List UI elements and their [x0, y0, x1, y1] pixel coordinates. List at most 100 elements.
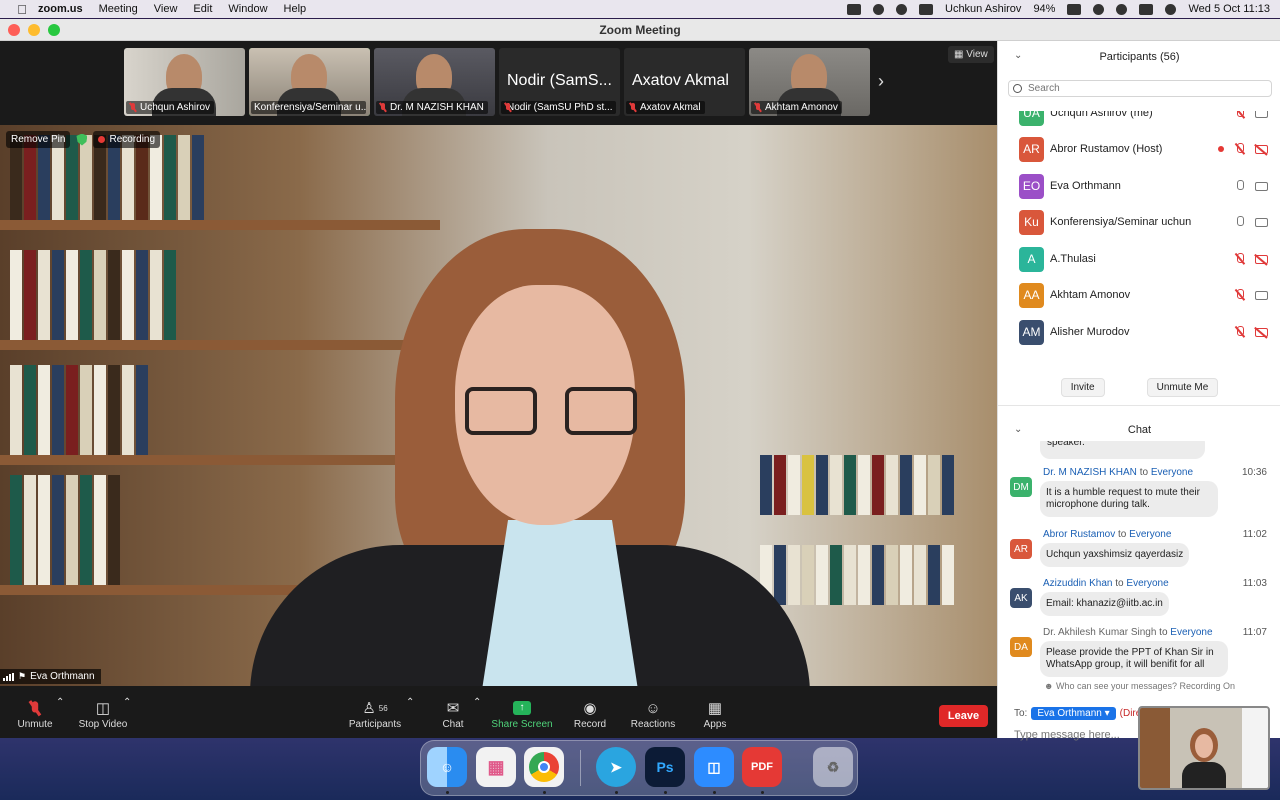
participant-row[interactable]: A A.Thulasi	[998, 241, 1280, 277]
apps-button[interactable]: ▦ Apps	[700, 697, 730, 730]
book	[760, 455, 772, 515]
menu-view[interactable]: View	[154, 3, 178, 15]
launchpad-icon[interactable]: ▦	[476, 747, 516, 787]
menu-help[interactable]: Help	[284, 3, 307, 15]
participant-row[interactable]: AR Abror Rustamov (Host)	[998, 131, 1280, 167]
stop-video-label: Stop Video	[78, 719, 128, 730]
trash-icon[interactable]: ♻	[813, 747, 853, 787]
zoom-app-icon[interactable]: ◫	[694, 747, 734, 787]
collapse-chevron-icon[interactable]: ⌄	[1014, 50, 1022, 61]
participant-row[interactable]: AA Akhtam Amonov	[998, 277, 1280, 313]
remove-pin-button[interactable]: Remove Pin	[6, 131, 71, 148]
sync-icon[interactable]	[896, 3, 907, 15]
thumb-video[interactable]: Akhtam Amonov	[749, 48, 870, 116]
chat-bubble[interactable]: It is a humble request to mute their micr…	[1040, 481, 1218, 517]
participant-name: Eva Orthmann	[1050, 180, 1121, 192]
video-off-icon	[1255, 144, 1268, 154]
pin-controls: Remove Pin Recording	[6, 131, 161, 148]
menu-app-name[interactable]: zoom.us	[38, 3, 83, 15]
menu-meeting[interactable]: Meeting	[99, 3, 138, 15]
sender-name[interactable]: Abror Rustamov	[1043, 529, 1115, 540]
view-button[interactable]: ▦ View	[948, 46, 994, 63]
telegram-icon[interactable]: ➤	[596, 747, 636, 787]
avatar: A	[1019, 246, 1044, 272]
sender-name[interactable]: Dr. Akhilesh Kumar Singh	[1043, 627, 1156, 638]
audio-options-chevron-icon[interactable]: ⌃	[56, 697, 64, 708]
self-view-preview[interactable]	[1138, 706, 1270, 790]
thumb-video[interactable]: Axatov Akmal Axatov Akmal	[624, 48, 745, 116]
participant-search-input[interactable]	[1028, 83, 1248, 94]
control-center-icon[interactable]	[1139, 3, 1154, 15]
wifi-icon[interactable]	[1093, 3, 1105, 15]
book	[52, 365, 64, 455]
unmute-button[interactable]: Unmute	[14, 697, 56, 730]
participants-options-chevron-icon[interactable]: ⌃	[406, 697, 414, 708]
mic-muted-icon	[1234, 253, 1245, 265]
unmute-me-button[interactable]: Unmute Me	[1146, 378, 1219, 397]
visibility-notice[interactable]: ☻ Who can see your messages? Recording O…	[998, 681, 1280, 691]
sender-name[interactable]: Dr. M NAZISH KHAN	[1043, 467, 1137, 478]
recipient-name: Everyone	[1170, 627, 1213, 638]
menu-edit[interactable]: Edit	[193, 3, 212, 15]
thumb-video[interactable]: Konferensiya/Seminar u...	[249, 48, 370, 116]
participants-title: Participants (56)	[1099, 51, 1180, 63]
shield-icon[interactable]	[76, 133, 88, 146]
smiley-plus-icon: ☺	[645, 699, 661, 717]
menubar-user-name[interactable]: Uchkun Ashirov	[945, 3, 1021, 15]
mic-muted-icon	[1234, 111, 1245, 119]
siri-icon[interactable]	[1165, 3, 1177, 15]
book	[802, 455, 814, 515]
invite-button[interactable]: Invite	[1060, 378, 1105, 397]
participants-button[interactable]: ♙ 56 Participants	[346, 697, 404, 730]
photoshop-icon[interactable]: Ps	[645, 747, 685, 787]
participant-search[interactable]	[1008, 80, 1272, 97]
running-indicator	[615, 791, 618, 794]
stop-video-button[interactable]: ◫ Stop Video	[76, 697, 130, 730]
video-area: Uchqun Ashirov Konferensiya/Seminar u...…	[0, 41, 997, 738]
thumb-video[interactable]: Nodir (SamS... Nodir (SamSU PhD st...	[499, 48, 620, 116]
user-status-icon[interactable]	[919, 3, 933, 15]
participant-row[interactable]: EO Eva Orthmann	[998, 168, 1280, 204]
apple-menu-icon[interactable]: 	[14, 2, 30, 17]
reactions-button[interactable]: ☺ Reactions	[628, 697, 678, 731]
collapse-chevron-icon[interactable]: ⌄	[1014, 424, 1022, 435]
chevron-right-icon[interactable]: ›	[878, 71, 884, 92]
thumb-video[interactable]: Uchqun Ashirov	[124, 48, 245, 116]
video-camera-icon: ◫	[95, 700, 111, 717]
book	[830, 545, 842, 605]
chrome-icon[interactable]	[524, 747, 564, 787]
menu-window[interactable]: Window	[228, 3, 267, 15]
chat-bubble[interactable]: Please provide the PPT of Khan Sir in Wha…	[1040, 641, 1228, 677]
video-options-chevron-icon[interactable]: ⌃	[123, 697, 131, 708]
chat-options-chevron-icon[interactable]: ⌃	[473, 697, 481, 708]
share-screen-button[interactable]: ↑ Share Screen	[490, 697, 554, 730]
battery-icon[interactable]	[1067, 3, 1082, 15]
chat-bubble[interactable]: Uchqun yaxshimsiz qayerdasiz	[1040, 543, 1190, 567]
thumb-video[interactable]: Dr. M NAZISH KHAN	[374, 48, 495, 116]
search-icon[interactable]	[1116, 3, 1128, 15]
book	[24, 365, 36, 455]
zoom-status-icon[interactable]	[847, 3, 861, 15]
book	[108, 475, 120, 585]
main-speaker-video[interactable]: Remove Pin Recording ⚑ Eva Orthmann	[0, 125, 997, 686]
pdf-app-icon[interactable]: PDF	[742, 747, 782, 787]
menubar-clock[interactable]: Wed 5 Oct 11:13	[1188, 3, 1270, 15]
chat-message-input[interactable]	[1014, 729, 1134, 741]
recipient-dropdown[interactable]: Eva Orthmann ▾	[1031, 707, 1116, 720]
finder-icon[interactable]: ☺	[427, 747, 467, 787]
chat-bubble[interactable]: Email: khanaziz@iitb.ac.in	[1040, 592, 1169, 616]
participant-row[interactable]: AM Alisher Murodov	[998, 314, 1280, 350]
participant-row[interactable]: UA Uchqun Ashirov (me)	[998, 111, 1280, 131]
participant-row[interactable]: Ku Konferensiya/Seminar uchun	[998, 204, 1280, 240]
chat-button[interactable]: ✉ Chat	[436, 697, 470, 730]
book	[914, 545, 926, 605]
creative-cloud-icon[interactable]	[873, 3, 884, 15]
recording-indicator[interactable]: Recording	[93, 131, 161, 148]
record-button[interactable]: ◉ Record	[570, 697, 610, 730]
thumb-name-tag: Dr. M NAZISH KHAN	[376, 101, 488, 114]
share-screen-label: Share Screen	[491, 719, 553, 730]
leave-button[interactable]: Leave	[939, 705, 988, 727]
pin-icon: ⚑	[18, 671, 27, 681]
message-line: Please provide the PPT of Khan Sir in	[1046, 647, 1214, 658]
sender-name[interactable]: Azizuddin Khan	[1043, 578, 1113, 589]
